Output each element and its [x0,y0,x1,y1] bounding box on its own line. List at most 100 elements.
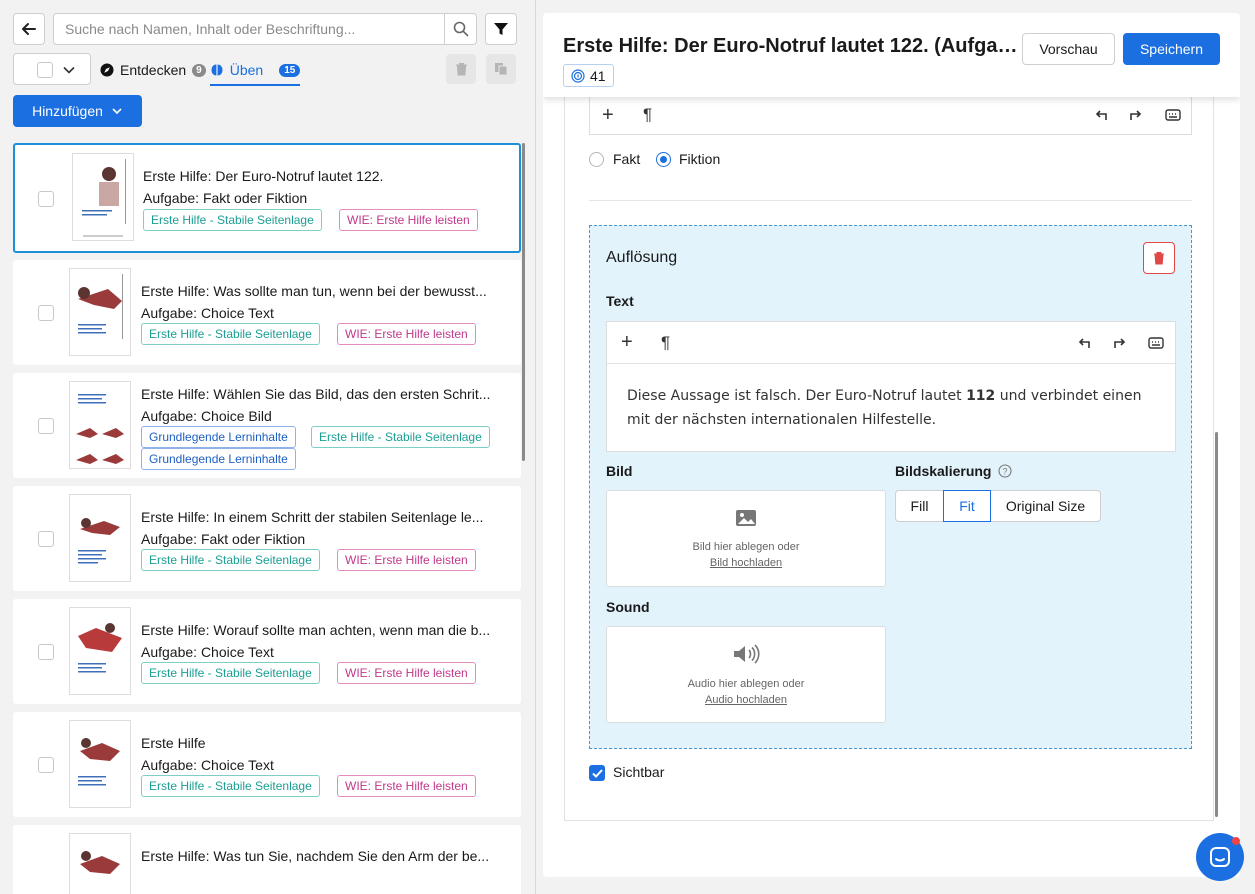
paragraph-icon[interactable]: ¶ [643,105,652,125]
plus-icon[interactable]: + [602,104,614,127]
resolution-heading: Auflösung [606,249,678,266]
exercise-card[interactable]: Erste Hilfe: In einem Schritt der stabil… [13,486,521,591]
card-checkbox[interactable] [38,191,54,207]
keyboard-icon[interactable] [1148,336,1164,350]
card-thumbnail [69,381,131,469]
tab-entdecken-label: Entdecken [120,62,187,78]
editor-scrollbar[interactable] [1215,432,1218,817]
exercise-card[interactable]: Erste Hilfe: Was sollte man tun, wenn be… [13,260,521,365]
plus-icon[interactable]: + [621,331,633,354]
audio-dropzone[interactable]: Audio hier ablegen oder Audio hochladen [606,626,886,723]
card-subtitle: Aufgabe: Choice Text [141,644,274,660]
image-upload-link[interactable]: Bild hochladen [710,557,782,569]
trash-icon [455,63,467,76]
radio-fakt[interactable] [589,152,604,167]
editor-header: Erste Hilfe: Der Euro-Notruf lautet 122.… [543,13,1240,97]
visible-checkbox[interactable] [589,765,605,781]
speaker-icon [734,643,760,664]
card-tag: WIE: Erste Hilfe leisten [337,662,476,684]
preview-button[interactable]: Vorschau [1022,33,1115,65]
add-button[interactable]: Hinzufügen [13,95,142,127]
card-title: Erste Hilfe: In einem Schritt der stabil… [141,509,484,525]
delete-selected-button[interactable] [446,54,476,84]
back-button[interactable] [13,13,45,45]
chevron-down-icon [63,66,75,74]
search-input[interactable] [54,14,444,44]
tab-ueben-label: Üben [229,62,264,78]
select-all-dropdown[interactable] [13,53,91,85]
usage-badge[interactable]: 41 [563,64,614,87]
exercise-card[interactable]: Erste Hilfe: Der Euro-Notruf lautet 122.… [13,143,521,253]
tab-ueben[interactable]: Üben 15 [209,55,301,86]
scaling-option-fill[interactable]: Fill [895,490,944,522]
audio-upload-link[interactable]: Audio hochladen [705,694,787,706]
scaling-option-fit[interactable]: Fit [943,490,991,522]
card-tag: Grundlegende Lerninhalte [141,426,296,448]
undo-icon[interactable] [1094,108,1108,122]
scaling-option-original[interactable]: Original Size [990,490,1101,522]
keyboard-icon[interactable] [1165,108,1181,122]
redo-icon[interactable] [1129,108,1143,122]
radio-fakt-label: Fakt [613,151,641,167]
chevron-down-icon [112,108,122,115]
card-tag: Erste Hilfe - Stabile Seitenlage [141,775,320,797]
image-drop-text: Bild hier ablegen oder [692,540,800,553]
card-thumbnail [69,494,131,582]
select-all-checkbox[interactable] [37,62,53,78]
exercise-card[interactable]: Erste Hilfe Aufgabe: Choice Text Erste H… [13,712,521,817]
usage-count: 41 [590,67,606,84]
panel-divider[interactable] [535,0,536,894]
exercise-card[interactable]: Erste Hilfe: Wählen Sie das Bild, das de… [13,373,521,478]
resolution-toolbar: + ¶ [607,322,1175,364]
card-checkbox[interactable] [38,531,54,547]
list-scrollbar[interactable] [522,143,525,461]
copy-selected-button[interactable] [486,54,516,84]
card-thumbnail [69,720,131,808]
redo-icon[interactable] [1113,336,1127,350]
resolution-text-editor[interactable]: + ¶ Diese Aussage ist falsch. Der Euro-N… [606,321,1176,452]
card-tag: WIE: Erste Hilfe leisten [337,323,476,345]
visible-label: Sichtbar [613,764,665,780]
exercise-list: Erste Hilfe: Der Euro-Notruf lautet 122.… [13,143,521,894]
card-title: Erste Hilfe: Der Euro-Notruf lautet 122. [143,168,384,184]
chat-launcher-button[interactable] [1196,833,1244,881]
card-checkbox[interactable] [38,418,54,434]
exercise-card[interactable]: Erste Hilfe: Was tun Sie, nachdem Sie de… [13,825,521,894]
save-button[interactable]: Speichern [1123,33,1220,65]
question-editor-toolbar: + ¶ [589,97,1192,135]
radio-fiktion-label: Fiktion [679,151,721,167]
trash-icon [1154,252,1164,265]
card-tag: Erste Hilfe - Stabile Seitenlage [141,662,320,684]
mode-tabs: Entdecken 9 Üben 15 [100,55,301,86]
svg-text:?: ? [1002,467,1007,477]
undo-icon[interactable] [1077,336,1091,350]
page-title: Erste Hilfe: Der Euro-Notruf lautet 122.… [563,35,1023,57]
card-checkbox[interactable] [38,305,54,321]
card-thumbnail [69,607,131,695]
card-checkbox[interactable] [38,644,54,660]
text-label: Text [606,293,634,309]
exercise-card[interactable]: Erste Hilfe: Worauf sollte man achten, w… [13,599,521,704]
radio-fiktion[interactable] [656,152,671,167]
tab-entdecken[interactable]: Entdecken 9 [100,55,206,85]
card-checkbox[interactable] [38,757,54,773]
card-title: Erste Hilfe: Worauf sollte man achten, w… [141,622,491,638]
sound-label: Sound [606,599,650,615]
audio-drop-text: Audio hier ablegen oder [687,677,805,690]
chat-icon [1210,847,1230,867]
paragraph-icon[interactable]: ¶ [661,333,670,353]
search-bar [53,13,477,45]
filter-button[interactable] [485,13,517,45]
card-subtitle: Aufgabe: Choice Bild [141,408,272,424]
card-title: Erste Hilfe: Was tun Sie, nachdem Sie de… [141,848,490,864]
delete-resolution-button[interactable] [1143,242,1175,274]
help-icon[interactable]: ? [998,464,1012,478]
image-icon [736,509,756,526]
add-button-label: Hinzufügen [32,103,103,119]
editor-panel: Erste Hilfe: Der Euro-Notruf lautet 122.… [543,13,1240,877]
card-title: Erste Hilfe: Was sollte man tun, wenn be… [141,283,487,299]
card-title: Erste Hilfe [141,735,206,751]
card-tag: Erste Hilfe - Stabile Seitenlage [311,426,490,448]
image-dropzone[interactable]: Bild hier ablegen oder Bild hochladen [606,490,886,587]
search-button[interactable] [444,14,476,44]
